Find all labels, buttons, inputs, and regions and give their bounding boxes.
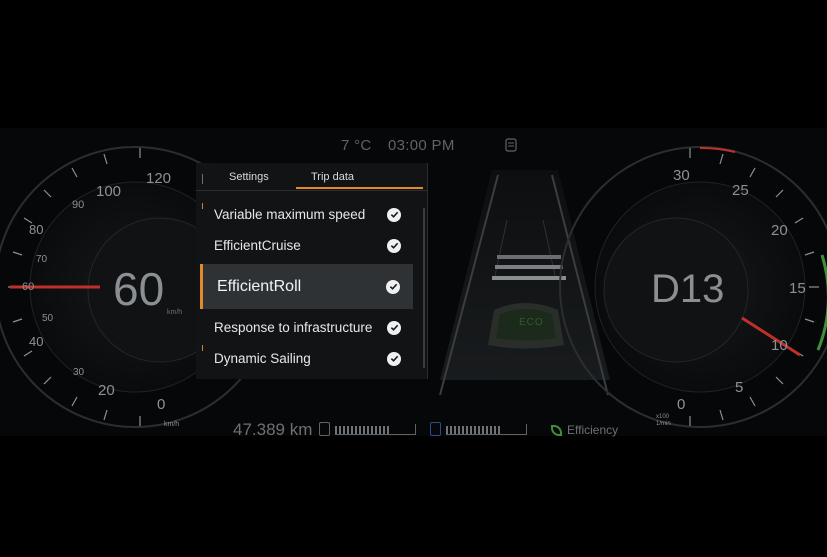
current-gear: D13 <box>651 267 725 311</box>
svg-text:25: 25 <box>732 182 749 199</box>
fuel-level-bar <box>335 423 416 435</box>
menu-scrollbar[interactable] <box>423 208 425 368</box>
tab-trip-data[interactable]: Trip data <box>311 171 354 183</box>
item-marker <box>202 203 203 209</box>
leaf-icon <box>551 424 562 436</box>
menu-item-efficientroll[interactable]: EfficientRoll <box>200 264 413 309</box>
svg-text:30: 30 <box>73 367 85 378</box>
tab-marker <box>202 174 203 184</box>
clock-time: 03:00 PM <box>388 137 455 154</box>
menu-item-label: EfficientRoll <box>217 277 302 295</box>
check-icon <box>386 279 400 294</box>
menu-item-label: EfficientCruise <box>214 238 301 253</box>
tab-divider <box>196 190 427 191</box>
check-icon <box>387 320 401 335</box>
adblue-level-indicator <box>430 421 527 437</box>
efficiency-label: Efficiency <box>567 423 619 437</box>
svg-text:x100: x100 <box>656 414 670 420</box>
svg-text:90: 90 <box>72 199 84 211</box>
menu-item-label: Response to infrastructure <box>214 320 373 335</box>
menu-list: Variable maximum speed EfficientCruise E… <box>196 199 427 374</box>
item-marker <box>202 345 203 351</box>
check-icon <box>387 351 401 366</box>
svg-text:10: 10 <box>771 337 788 354</box>
status-bar: 7 °C 03:00 PM <box>341 137 455 154</box>
menu-item-response-to-infrastructure[interactable]: Response to infrastructure <box>196 312 427 343</box>
settings-menu-panel: Settings Trip data Variable maximum spee… <box>196 163 428 379</box>
svg-text:50: 50 <box>42 313 54 324</box>
current-speed: 60 <box>113 263 165 315</box>
svg-text:1/min: 1/min <box>656 421 671 427</box>
svg-text:80: 80 <box>29 222 43 237</box>
menu-item-label: Variable maximum speed <box>214 207 366 222</box>
svg-text:30: 30 <box>673 167 690 184</box>
svg-text:60: 60 <box>22 281 34 293</box>
menu-item-label: Dynamic Sailing <box>214 351 311 366</box>
tab-settings[interactable]: Settings <box>229 171 269 183</box>
active-tab-indicator <box>296 187 423 189</box>
outside-temperature: 7 °C <box>341 137 372 154</box>
svg-text:20: 20 <box>771 222 788 239</box>
menu-tabs: Settings Trip data <box>196 163 427 191</box>
adblue-icon <box>430 422 441 436</box>
check-icon <box>387 238 401 253</box>
svg-text:70: 70 <box>36 254 48 265</box>
svg-text:0: 0 <box>157 396 165 413</box>
svg-text:km/h: km/h <box>164 421 179 428</box>
odometer: 47.389 km <box>233 420 313 439</box>
menu-item-efficientcruise[interactable]: EfficientCruise <box>196 230 427 261</box>
menu-item-dynamic-sailing[interactable]: Dynamic Sailing <box>196 343 427 374</box>
svg-text:0: 0 <box>677 396 685 413</box>
fuel-filter-icon <box>505 138 517 152</box>
svg-text:100: 100 <box>96 183 121 200</box>
speed-unit: km/h <box>167 309 183 316</box>
svg-text:5: 5 <box>735 379 743 396</box>
menu-item-variable-maximum-speed[interactable]: Variable maximum speed <box>196 199 427 230</box>
svg-text:120: 120 <box>146 170 171 187</box>
svg-text:20: 20 <box>98 382 115 399</box>
eco-label: ECO <box>519 317 544 328</box>
adblue-level-bar <box>446 423 527 435</box>
check-icon <box>387 207 401 222</box>
svg-text:40: 40 <box>29 334 43 349</box>
efficiency-indicator: Efficiency <box>551 423 618 437</box>
fuel-pump-icon <box>319 422 330 436</box>
fuel-level-indicator <box>319 421 416 437</box>
svg-text:15: 15 <box>789 280 806 297</box>
